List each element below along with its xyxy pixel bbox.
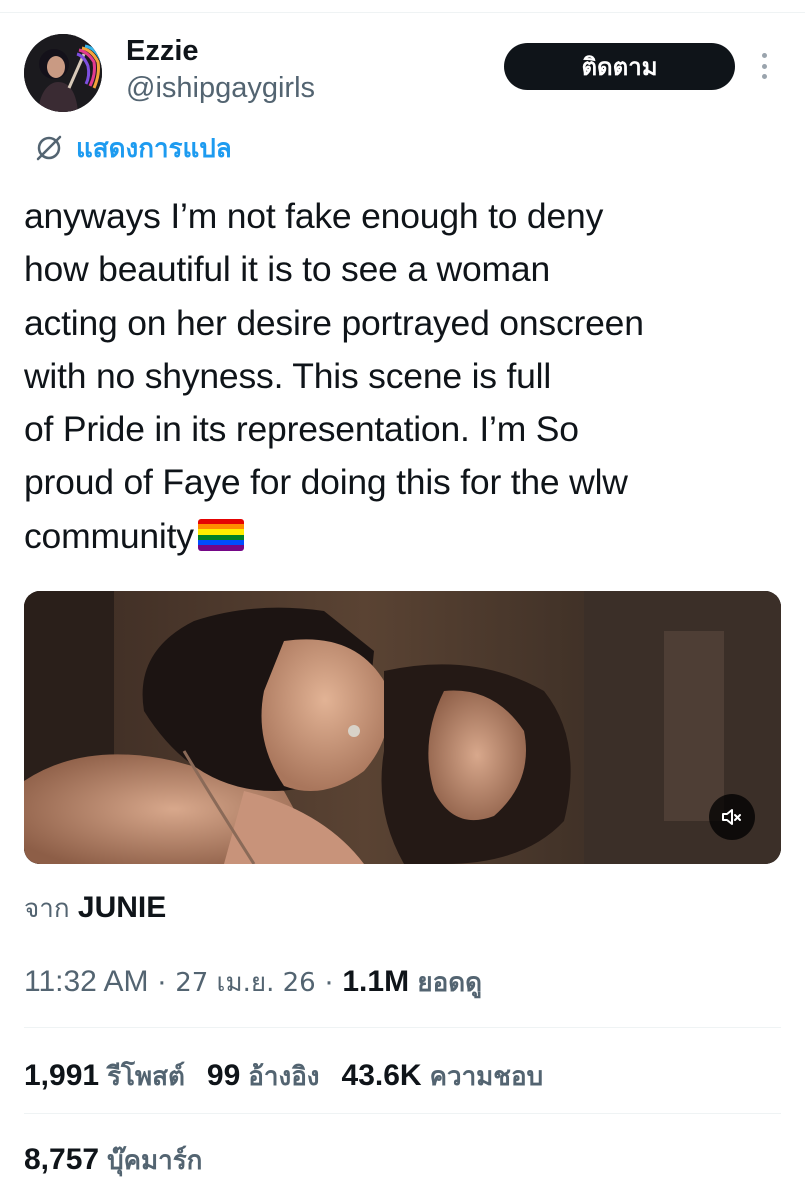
video-frame bbox=[24, 591, 781, 864]
views-label: ยอดดู bbox=[417, 968, 483, 998]
likes-label: ความชอบ bbox=[429, 1061, 544, 1092]
engagement-stats: 1,991 รีโพสต์ 99 อ้างอิง 43.6K ความชอบ bbox=[24, 1054, 565, 1098]
show-translation-link[interactable]: แสดงการแปล bbox=[34, 128, 232, 168]
volume-muted-icon[interactable] bbox=[709, 794, 755, 840]
avatar[interactable] bbox=[24, 34, 102, 112]
tweet-line: proud of Faye for doing this for the wlw bbox=[24, 462, 628, 503]
meta-separator: · bbox=[148, 965, 176, 998]
tweet-line: of Pride in its representation. I’m So bbox=[24, 409, 579, 450]
tweet-line-last: community bbox=[24, 510, 794, 563]
divider bbox=[24, 1027, 781, 1028]
quotes-stat[interactable]: 99 อ้างอิง bbox=[207, 1056, 320, 1097]
rainbow-flag-emoji bbox=[197, 518, 244, 551]
video-player[interactable] bbox=[24, 591, 781, 864]
meta-separator: · bbox=[315, 965, 343, 998]
globe-slash-icon bbox=[36, 135, 62, 161]
more-vertical-icon[interactable] bbox=[756, 50, 772, 82]
tweet-time[interactable]: 11:32 AM bbox=[24, 965, 149, 998]
top-divider bbox=[0, 12, 805, 13]
tweet-date[interactable]: 27 เม.ย. 26 bbox=[175, 968, 316, 998]
follow-button[interactable]: ติดตาม bbox=[504, 43, 735, 90]
tweet-line: anyways I’m not fake enough to deny bbox=[24, 196, 604, 236]
tweet-header: Ezzie @ishipgaygirls ติดตาม bbox=[24, 30, 784, 120]
retweets-stat[interactable]: 1,991 รีโพสต์ bbox=[24, 1056, 185, 1097]
tweet-line: how beautiful it is to see a woman bbox=[24, 249, 550, 290]
tweet-line: with no shyness. This scene is full bbox=[24, 355, 552, 396]
author-names: Ezzie @ishipgaygirls bbox=[126, 34, 315, 108]
tweet-line: acting on her desire portrayed onscreen bbox=[24, 302, 644, 343]
quotes-count: 99 bbox=[206, 1058, 241, 1092]
retweets-label: รีโพสต์ bbox=[107, 1061, 185, 1092]
bookmarks-stat[interactable]: 8,757 บุ๊คมาร์ก bbox=[24, 1140, 202, 1181]
tweet-meta: 11:32 AM · 27 เม.ย. 26 · 1.1M ยอดดู bbox=[24, 960, 482, 1005]
bookmarks-label: บุ๊คมาร์ก bbox=[107, 1146, 203, 1176]
media-source: จาก JUNIE bbox=[24, 888, 166, 929]
source-prefix: จาก bbox=[24, 894, 70, 924]
likes-stat[interactable]: 43.6K ความชอบ bbox=[342, 1056, 544, 1097]
bookmarks-count: 8,757 bbox=[24, 1143, 100, 1176]
likes-count: 43.6K bbox=[341, 1058, 422, 1092]
source-name-link[interactable]: JUNIE bbox=[78, 891, 166, 924]
retweets-count: 1,991 bbox=[24, 1058, 100, 1092]
views-count: 1.1M bbox=[342, 965, 410, 998]
translate-label: แสดงการแปล bbox=[76, 133, 232, 164]
display-name[interactable]: Ezzie bbox=[126, 34, 315, 68]
tweet-line: community bbox=[24, 515, 194, 556]
tweet-text: anyways I’m not fake enough to deny how … bbox=[24, 190, 794, 563]
handle[interactable]: @ishipgaygirls bbox=[126, 68, 315, 108]
quotes-label: อ้างอิง bbox=[248, 1061, 320, 1092]
divider bbox=[24, 1113, 781, 1114]
